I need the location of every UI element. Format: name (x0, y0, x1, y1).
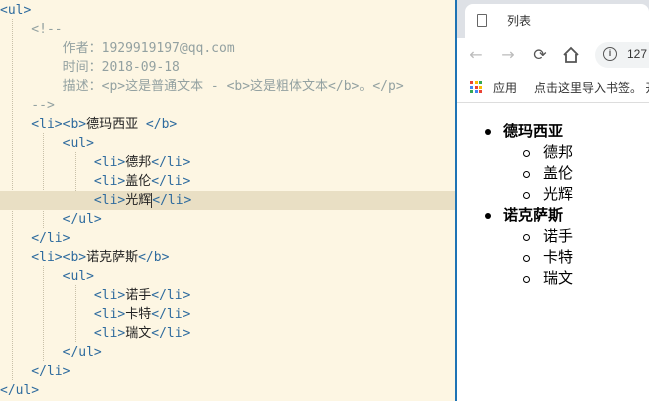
code-tag: <li> (0, 174, 126, 189)
code-tag: </li> (152, 193, 192, 208)
code-text: 光辉 (125, 193, 152, 208)
code-text: 德玛西亚 (86, 117, 146, 132)
list-bullet (523, 150, 530, 157)
code-tag: </li> (0, 231, 71, 246)
code-line[interactable]: <ul> (0, 134, 455, 153)
code-tag: </li> (151, 155, 191, 170)
code-comment: 描述：<p>这是普通文本 - <b>这是粗体文本</b>。</p> (0, 79, 404, 94)
code-text: 德邦 (125, 155, 152, 170)
code-comment: <!-- (0, 22, 63, 37)
code-tag: </li> (151, 174, 191, 189)
code-tag: <ul> (0, 136, 94, 151)
reload-icon[interactable]: ⟳ (530, 45, 550, 65)
code-tag: </b> (145, 117, 178, 132)
browser-toolbar: ← → ⟳ i 127 (457, 38, 649, 72)
import-bookmarks-link[interactable]: 点击这里导入书签。 开 (534, 79, 649, 96)
code-line[interactable]: --> (0, 96, 455, 115)
code-line[interactable]: </li> (0, 362, 455, 381)
list-item: 诺手 (543, 227, 574, 245)
code-line[interactable]: 作者：1929919197@qq.com (0, 39, 455, 58)
code-line[interactable]: <ul> (0, 267, 455, 286)
tab-strip: 列表 (457, 0, 649, 38)
list-item: 光辉 (543, 185, 574, 203)
list-bullet (523, 276, 530, 283)
code-tag: </li> (0, 364, 71, 379)
code-comment: 作者：1929919197@qq.com (0, 41, 235, 56)
code-editor[interactable]: <ul> <!-- 作者：1929919197@qq.com 时间：2018-0… (0, 0, 455, 401)
code-tag: <li><b> (0, 117, 87, 132)
list-bullet (523, 171, 530, 178)
list-item-noxus: 诺克萨斯 (503, 206, 564, 224)
code-line[interactable]: <li><b>诺克萨斯</b> (0, 248, 455, 267)
list-item: 盖伦 (543, 164, 574, 182)
apps-grid-icon[interactable] (470, 81, 482, 93)
code-tag: </ul> (0, 345, 102, 360)
code-tag: </li> (151, 326, 191, 341)
list-bullet (523, 192, 530, 199)
code-text: 盖伦 (125, 174, 152, 189)
code-tag: <li> (0, 326, 126, 341)
list-item-demacia: 德玛西亚 (503, 122, 564, 140)
code-tag: <li> (0, 288, 126, 303)
list-bullet (485, 213, 491, 219)
code-line[interactable]: <li>瑞文</li> (0, 324, 455, 343)
code-tag: </b> (138, 250, 170, 265)
code-line[interactable]: <li>诺手</li> (0, 286, 455, 305)
code-tag: </ul> (0, 212, 102, 227)
code-line[interactable]: 描述：<p>这是普通文本 - <b>这是粗体文本</b>。</p> (0, 77, 455, 96)
code-line[interactable]: </ul> (0, 343, 455, 362)
code-line[interactable]: <li>光辉</li> (0, 191, 455, 210)
list-item: 卡特 (543, 248, 574, 266)
code-line[interactable]: </ul> (0, 381, 455, 400)
list-bullet (485, 129, 491, 135)
back-arrow-icon[interactable]: ← (466, 45, 486, 65)
code-tag: </li> (151, 307, 191, 322)
code-line[interactable]: <li>卡特</li> (0, 305, 455, 324)
code-line[interactable]: <li>盖伦</li> (0, 172, 455, 191)
code-tag: </ul> (0, 383, 40, 398)
forward-arrow-icon[interactable]: → (498, 45, 518, 65)
code-tag: <li> (0, 155, 126, 170)
browser-window: 列表 ← → ⟳ i 127 应用 点击这里导入书签。 开 德玛西亚 德邦 盖伦… (457, 0, 649, 401)
list-item: 瑞文 (543, 269, 574, 287)
code-line[interactable]: <li><b>德玛西亚 </b> (0, 115, 455, 134)
list-item: 德邦 (543, 143, 574, 161)
code-tag: <ul> (0, 269, 94, 284)
code-text: 卡特 (125, 307, 152, 322)
code-line[interactable]: </ul> (0, 210, 455, 229)
list-bullet (523, 234, 530, 241)
code-tag: <ul> (0, 3, 32, 18)
apps-link[interactable]: 应用 (493, 79, 517, 96)
browser-tab[interactable]: 列表 (465, 4, 649, 38)
tab-title: 列表 (507, 14, 532, 28)
address-text: 127 (627, 47, 648, 61)
code-text: 诺克萨斯 (86, 250, 139, 265)
rendered-page: 德玛西亚 德邦 盖伦 光辉 诺克萨斯 诺手 卡特 瑞文 (457, 103, 649, 401)
bookmarks-bar: 应用 点击这里导入书签。 开 (457, 72, 649, 103)
code-tag: <li> (0, 193, 126, 208)
code-tag: <li> (0, 307, 126, 322)
list-bullet (523, 255, 530, 262)
code-comment: 时间：2018-09-18 (0, 60, 180, 75)
code-line[interactable]: <ul> (0, 1, 455, 20)
code-text: 瑞文 (125, 326, 152, 341)
address-bar[interactable]: i 127 (595, 42, 649, 68)
code-line[interactable]: </li> (0, 229, 455, 248)
code-comment: --> (0, 98, 55, 113)
code-line[interactable]: <li>德邦</li> (0, 153, 455, 172)
code-line[interactable]: <!-- (0, 20, 455, 39)
document-icon (477, 14, 487, 27)
info-icon[interactable]: i (603, 47, 617, 61)
home-icon[interactable] (561, 45, 581, 65)
code-text: 诺手 (125, 288, 152, 303)
code-line[interactable]: 时间：2018-09-18 (0, 58, 455, 77)
code-tag: </li> (151, 288, 191, 303)
code-tag: <li><b> (0, 250, 87, 265)
